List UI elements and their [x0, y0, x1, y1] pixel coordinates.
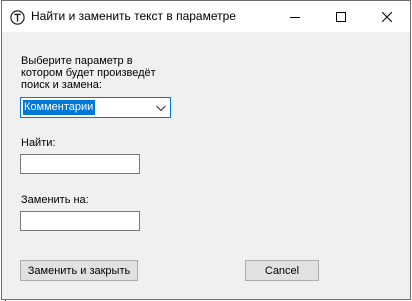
title-bar[interactable]: Найти и заменить текст в параметре — [2, 1, 410, 32]
chevron-down-icon — [156, 105, 166, 112]
replace-input[interactable] — [20, 211, 140, 231]
close-button[interactable] — [364, 1, 410, 32]
dialog-window: Найти и заменить текст в параметре Выбер… — [1, 0, 411, 300]
maximize-button[interactable] — [318, 1, 364, 32]
replace-label: Заменить на: — [21, 194, 89, 206]
find-input[interactable] — [20, 154, 140, 174]
close-icon — [382, 11, 392, 22]
replace-and-close-button[interactable]: Заменить и закрыть — [20, 260, 138, 281]
parameter-select[interactable]: Комментарии — [20, 97, 171, 118]
maximize-icon — [336, 11, 346, 22]
cancel-label: Cancel — [264, 264, 300, 277]
app-logo-icon — [10, 10, 25, 25]
minimize-icon — [290, 16, 300, 18]
cancel-button[interactable]: Cancel — [245, 260, 319, 281]
replace-and-close-label: Заменить и закрыть — [27, 264, 131, 277]
parameter-prompt-label: Выберите параметр в котором будет произв… — [21, 55, 156, 91]
minimize-button[interactable] — [272, 1, 318, 32]
window-title: Найти и заменить текст в параметре — [31, 9, 236, 23]
find-label: Найти: — [21, 137, 56, 149]
parameter-select-value: Комментарии — [23, 100, 96, 115]
